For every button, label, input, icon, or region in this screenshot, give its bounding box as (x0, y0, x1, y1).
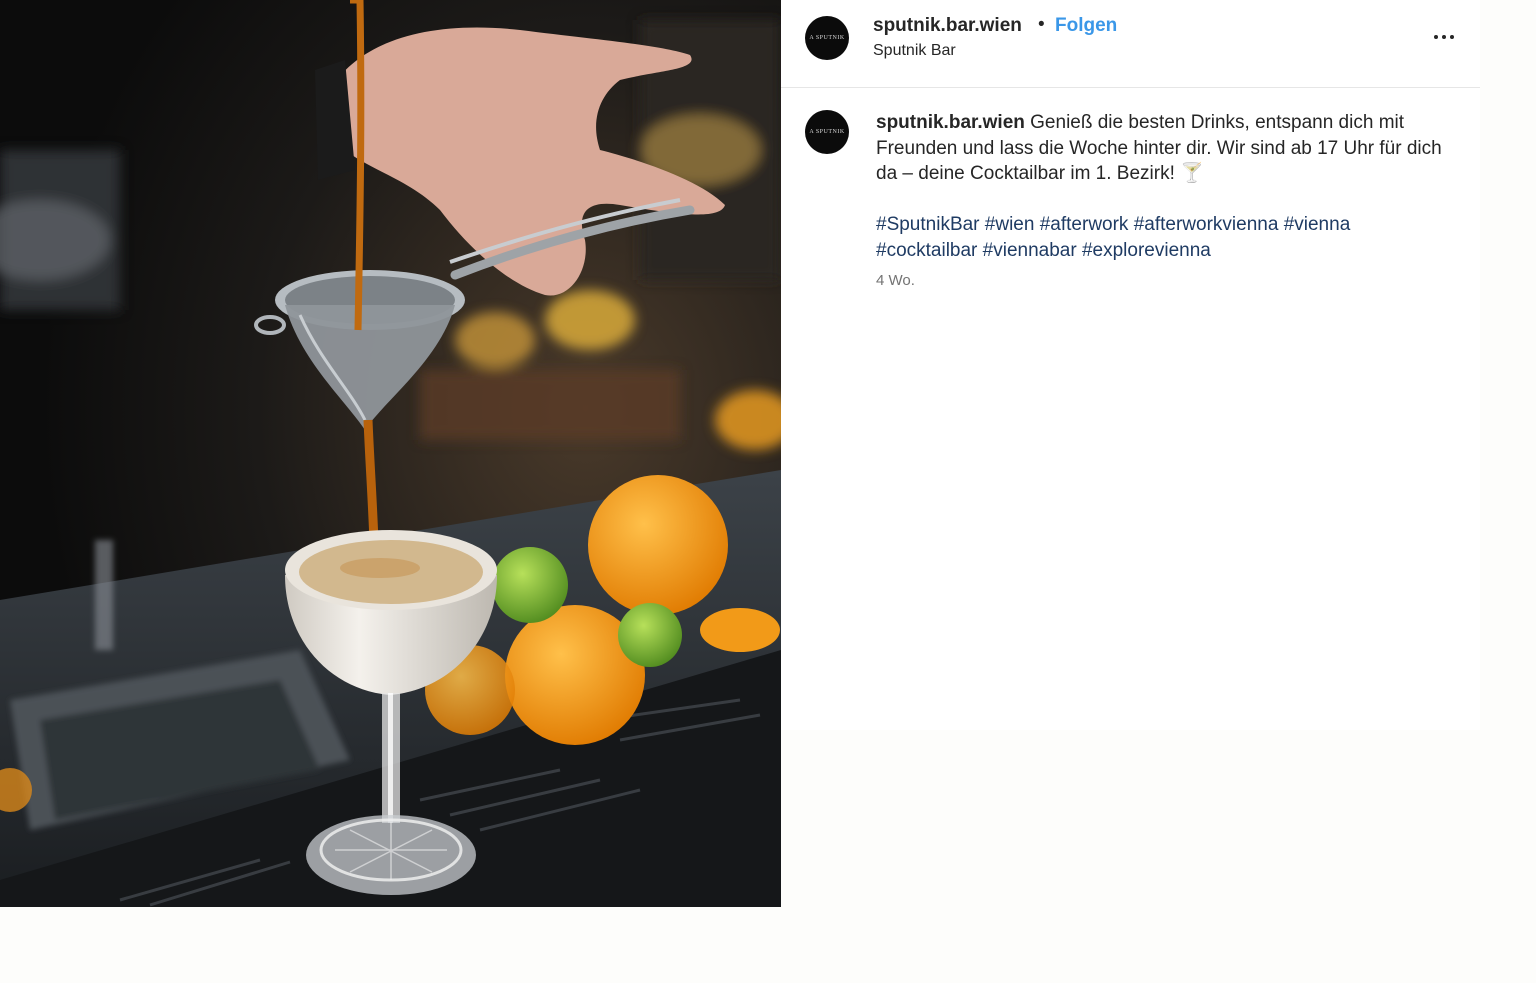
dot (1442, 35, 1446, 39)
hashtag-list: #SputnikBar #wien #afterwork #afterworkv… (876, 212, 1456, 263)
more-options-icon[interactable] (1429, 22, 1459, 52)
post-timestamp[interactable]: 4 Wo. (876, 272, 915, 289)
hashtag-link[interactable]: #vienna (1284, 214, 1351, 235)
hashtag-link[interactable]: #wien (985, 214, 1035, 235)
post-header: A SPUTNIK sputnik.bar.wien • Folgen Sput… (781, 0, 1480, 88)
avatar[interactable]: A SPUTNIK (805, 16, 849, 60)
hashtag-link[interactable]: #cocktailbar (876, 240, 977, 261)
caption-avatar[interactable]: A SPUTNIK (805, 110, 849, 154)
hashtag-link[interactable]: #afterwork (1040, 214, 1129, 235)
hashtag-link[interactable]: #SputnikBar (876, 214, 980, 235)
avatar-logo-text: A SPUTNIK (809, 129, 845, 135)
hashtag-link[interactable]: #explorevienna (1082, 240, 1211, 261)
post-photo[interactable] (0, 0, 781, 907)
dot (1450, 35, 1454, 39)
cocktail-photo-illustration (0, 0, 781, 907)
hashtag-link[interactable]: #viennabar (983, 240, 1077, 261)
follow-button[interactable]: Folgen (1055, 15, 1117, 37)
dot (1434, 35, 1438, 39)
avatar-logo-text: A SPUTNIK (809, 35, 845, 41)
hashtag-link[interactable]: #afterworkvienna (1134, 214, 1279, 235)
header-separator: • (1038, 14, 1045, 35)
caption-username[interactable]: sputnik.bar.wien (876, 112, 1025, 133)
caption: sputnik.bar.wien Genieß die besten Drink… (876, 110, 1456, 187)
header-username[interactable]: sputnik.bar.wien (873, 15, 1022, 37)
location-link[interactable]: Sputnik Bar (873, 42, 956, 60)
post-side-panel: A SPUTNIK sputnik.bar.wien • Folgen Sput… (781, 0, 1480, 730)
